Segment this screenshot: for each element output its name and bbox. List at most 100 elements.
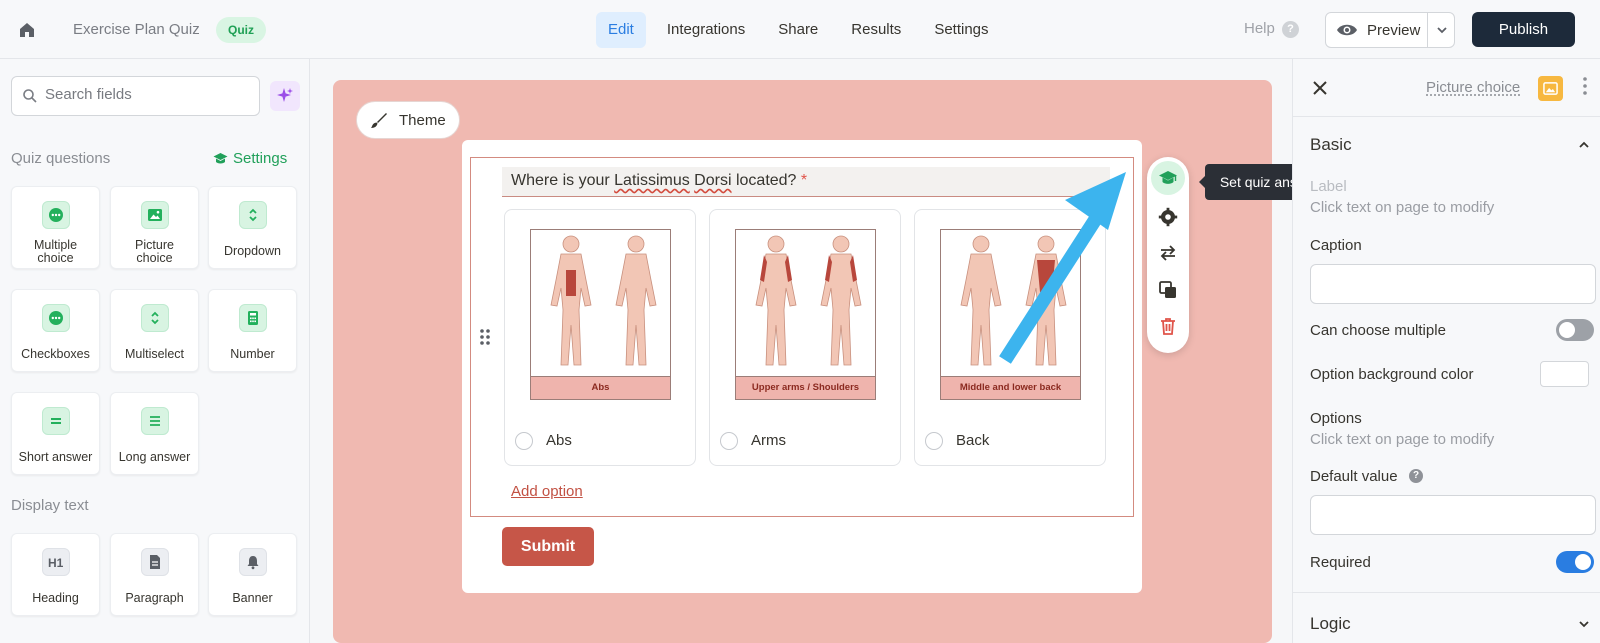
option-radio[interactable] (720, 432, 738, 450)
tile-multiple-choice[interactable]: Multiple choice (11, 186, 100, 269)
field-sidebar: Quiz questions Settings Multiple choice … (0, 59, 310, 643)
long-lines-icon (141, 407, 169, 435)
graduation-cap-icon (1159, 171, 1177, 184)
drag-handle-icon[interactable] (479, 328, 491, 346)
more-vertical-icon[interactable] (1582, 76, 1588, 96)
chevron-up-icon[interactable] (1577, 138, 1591, 152)
tile-paragraph[interactable]: Paragraph (110, 533, 199, 616)
swap-type-button[interactable] (1147, 237, 1189, 267)
tile-heading[interactable]: H1 Heading (11, 533, 100, 616)
help-question-icon[interactable]: ? (1282, 21, 1299, 38)
duplicate-button[interactable] (1147, 274, 1189, 304)
quiz-settings-link[interactable]: Settings (213, 150, 287, 167)
chevron-down-icon[interactable] (1577, 617, 1591, 631)
document-icon (141, 548, 169, 576)
answer-key-button[interactable] (1151, 161, 1185, 195)
tab-settings[interactable]: Settings (922, 12, 1000, 48)
panel-divider (1293, 116, 1600, 117)
tile-picture-choice[interactable]: Picture choice (110, 186, 199, 269)
delete-button[interactable] (1147, 310, 1189, 340)
close-icon[interactable] (1310, 78, 1330, 98)
graduation-cap-icon (213, 153, 228, 164)
options-title: Options (1310, 410, 1362, 427)
can-choose-multiple-toggle[interactable] (1556, 319, 1594, 341)
option-label[interactable]: Arms (751, 432, 786, 449)
chevron-updown-icon (239, 201, 267, 229)
tile-multiselect[interactable]: Multiselect (110, 289, 199, 372)
option-card-arms[interactable]: Upper arms / Shoulders Arms (709, 209, 901, 466)
dots-circle-icon (42, 304, 70, 332)
option-radio[interactable] (925, 432, 943, 450)
toggle-knob (1575, 554, 1591, 570)
swap-arrows-icon (1160, 245, 1176, 261)
main-nav: Edit Integrations Share Results Settings (596, 12, 1010, 48)
tile-banner[interactable]: Banner (208, 533, 297, 616)
tile-long-answer[interactable]: Long answer (110, 392, 199, 475)
theme-label: Theme (399, 112, 446, 129)
tile-label: Number (230, 347, 275, 361)
help-link[interactable]: Help (1244, 20, 1275, 37)
eye-icon (1337, 24, 1357, 36)
question-text: Dorsi (694, 172, 732, 189)
question-text: Where is your (511, 172, 615, 189)
field-type-label[interactable]: Picture choice (1426, 79, 1520, 96)
default-value-input[interactable] (1310, 495, 1596, 535)
search-icon (23, 89, 37, 103)
option-card-abs[interactable]: Abs Abs (504, 209, 696, 466)
tile-label: choice (136, 251, 173, 265)
option-image: Upper arms / Shoulders (735, 229, 876, 400)
add-option-link[interactable]: Add option (511, 483, 583, 500)
tile-checkboxes[interactable]: Checkboxes (11, 289, 100, 372)
svg-text:H1: H1 (48, 556, 64, 570)
option-label[interactable]: Abs (546, 432, 572, 449)
form-title[interactable]: Exercise Plan Quiz (73, 21, 200, 38)
option-label[interactable]: Back (956, 432, 989, 449)
basic-section-heading[interactable]: Basic (1310, 135, 1352, 155)
tab-share[interactable]: Share (766, 12, 830, 48)
callout-arrow (999, 172, 1126, 364)
tile-label: choice (37, 251, 74, 265)
option-bg-color-swatch[interactable] (1540, 361, 1589, 387)
option-image-caption: Middle and lower back (941, 376, 1080, 399)
tile-dropdown[interactable]: Dropdown (208, 186, 297, 269)
default-value-label: Default value (1310, 468, 1398, 485)
short-lines-icon (42, 407, 70, 435)
help-question-icon[interactable]: ? (1409, 469, 1423, 483)
tile-label: Banner (232, 591, 273, 605)
tab-results[interactable]: Results (839, 12, 913, 48)
search-input[interactable] (45, 86, 250, 103)
question-settings-button[interactable] (1147, 201, 1189, 231)
tile-number[interactable]: Number (208, 289, 297, 372)
option-image-caption: Abs (531, 376, 670, 399)
sparkle-icon (277, 88, 293, 102)
dots-circle-icon (42, 201, 70, 229)
required-toggle[interactable] (1556, 551, 1594, 573)
ai-generate-button[interactable] (270, 81, 300, 111)
can-choose-multiple-label: Can choose multiple (1310, 322, 1446, 339)
option-image-caption: Upper arms / Shoulders (736, 376, 875, 399)
option-radio[interactable] (515, 432, 533, 450)
question-text: located? (731, 172, 797, 189)
caption-input[interactable] (1310, 264, 1596, 304)
submit-button[interactable]: Submit (502, 527, 594, 566)
theme-button[interactable]: Theme (356, 101, 460, 139)
tile-label: Long answer (118, 450, 191, 464)
top-bar: Exercise Plan Quiz Quiz Edit Integration… (0, 0, 1600, 59)
logic-section-heading[interactable]: Logic (1310, 614, 1351, 634)
preview-button[interactable]: Preview (1325, 12, 1455, 48)
tile-short-answer[interactable]: Short answer (11, 392, 100, 475)
tile-label: Paragraph (125, 591, 184, 605)
home-icon[interactable] (17, 20, 37, 40)
publish-button[interactable]: Publish (1472, 12, 1575, 47)
chevron-down-icon[interactable] (1435, 23, 1449, 37)
quiz-settings-label: Settings (233, 150, 288, 167)
display-text-heading: Display text (11, 497, 89, 514)
label-field-hint: Click text on page to modify (1310, 199, 1495, 216)
question-toolbar (1147, 157, 1189, 353)
preview-label: Preview (1367, 22, 1421, 39)
calculator-icon (239, 304, 267, 332)
label-field-title: Label (1310, 178, 1347, 195)
tab-integrations[interactable]: Integrations (655, 12, 757, 48)
image-icon (141, 201, 169, 229)
tab-edit[interactable]: Edit (596, 12, 646, 48)
